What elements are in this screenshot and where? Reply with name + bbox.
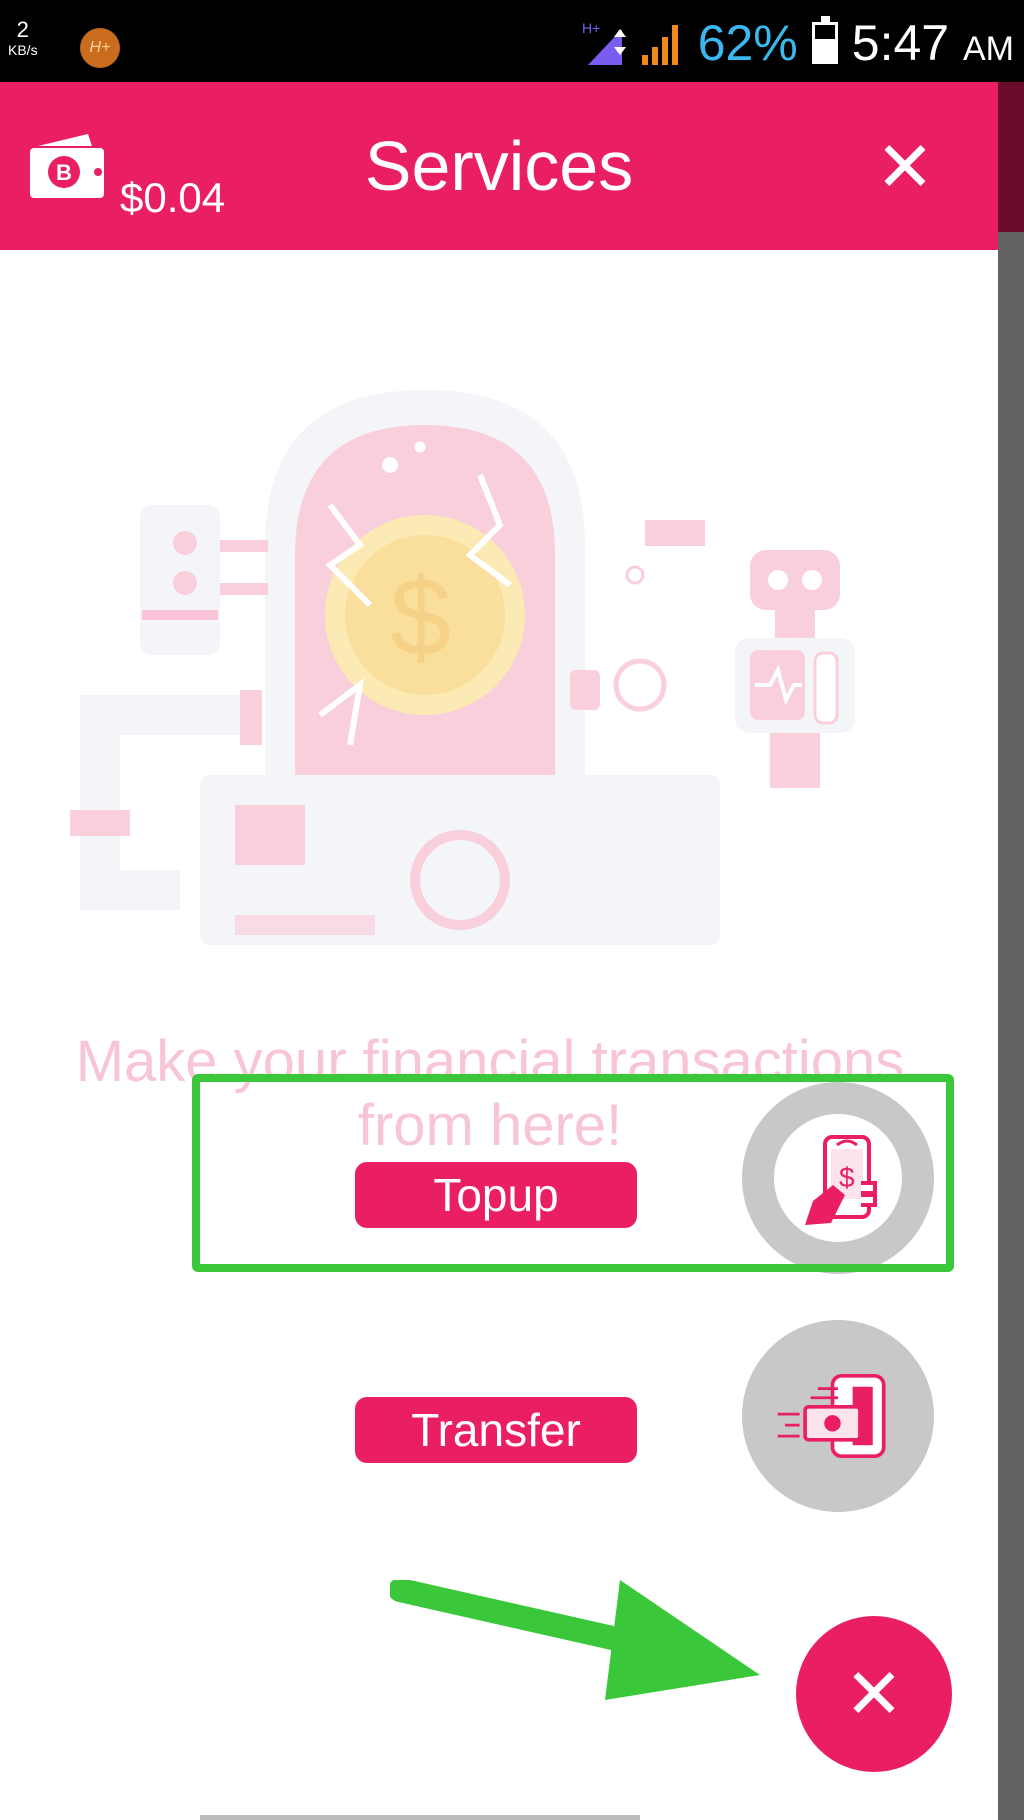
background-strip	[998, 82, 1024, 1820]
highlight-box	[192, 1074, 954, 1272]
money-transfer-icon	[777, 1373, 886, 1459]
transfer-button[interactable]	[742, 1320, 934, 1512]
page-title: Services	[364, 127, 634, 205]
close-fab-button[interactable]: ✕	[796, 1616, 952, 1772]
hplus-signal-icon: H+	[582, 21, 626, 65]
status-bar: 2 KB/s H+ H+ 62% 5:47 AM	[0, 0, 1024, 82]
net-speed: 2 KB/s	[8, 17, 38, 59]
arrow-annotation-icon	[390, 1580, 760, 1700]
close-icon: ✕	[844, 1655, 904, 1733]
signal-icon	[641, 25, 678, 65]
app-bar: B $0.04 Services ✕	[0, 82, 998, 250]
svg-text:H+: H+	[582, 21, 600, 36]
transfer-label[interactable]: Transfer	[355, 1397, 637, 1463]
network-badge-icon: H+	[80, 28, 120, 68]
close-icon[interactable]: ✕	[870, 132, 940, 202]
home-indicator	[200, 1815, 640, 1820]
battery-icon	[811, 16, 838, 64]
clock: 5:47 AM	[851, 15, 1014, 71]
battery-percent: 62%	[697, 15, 798, 71]
